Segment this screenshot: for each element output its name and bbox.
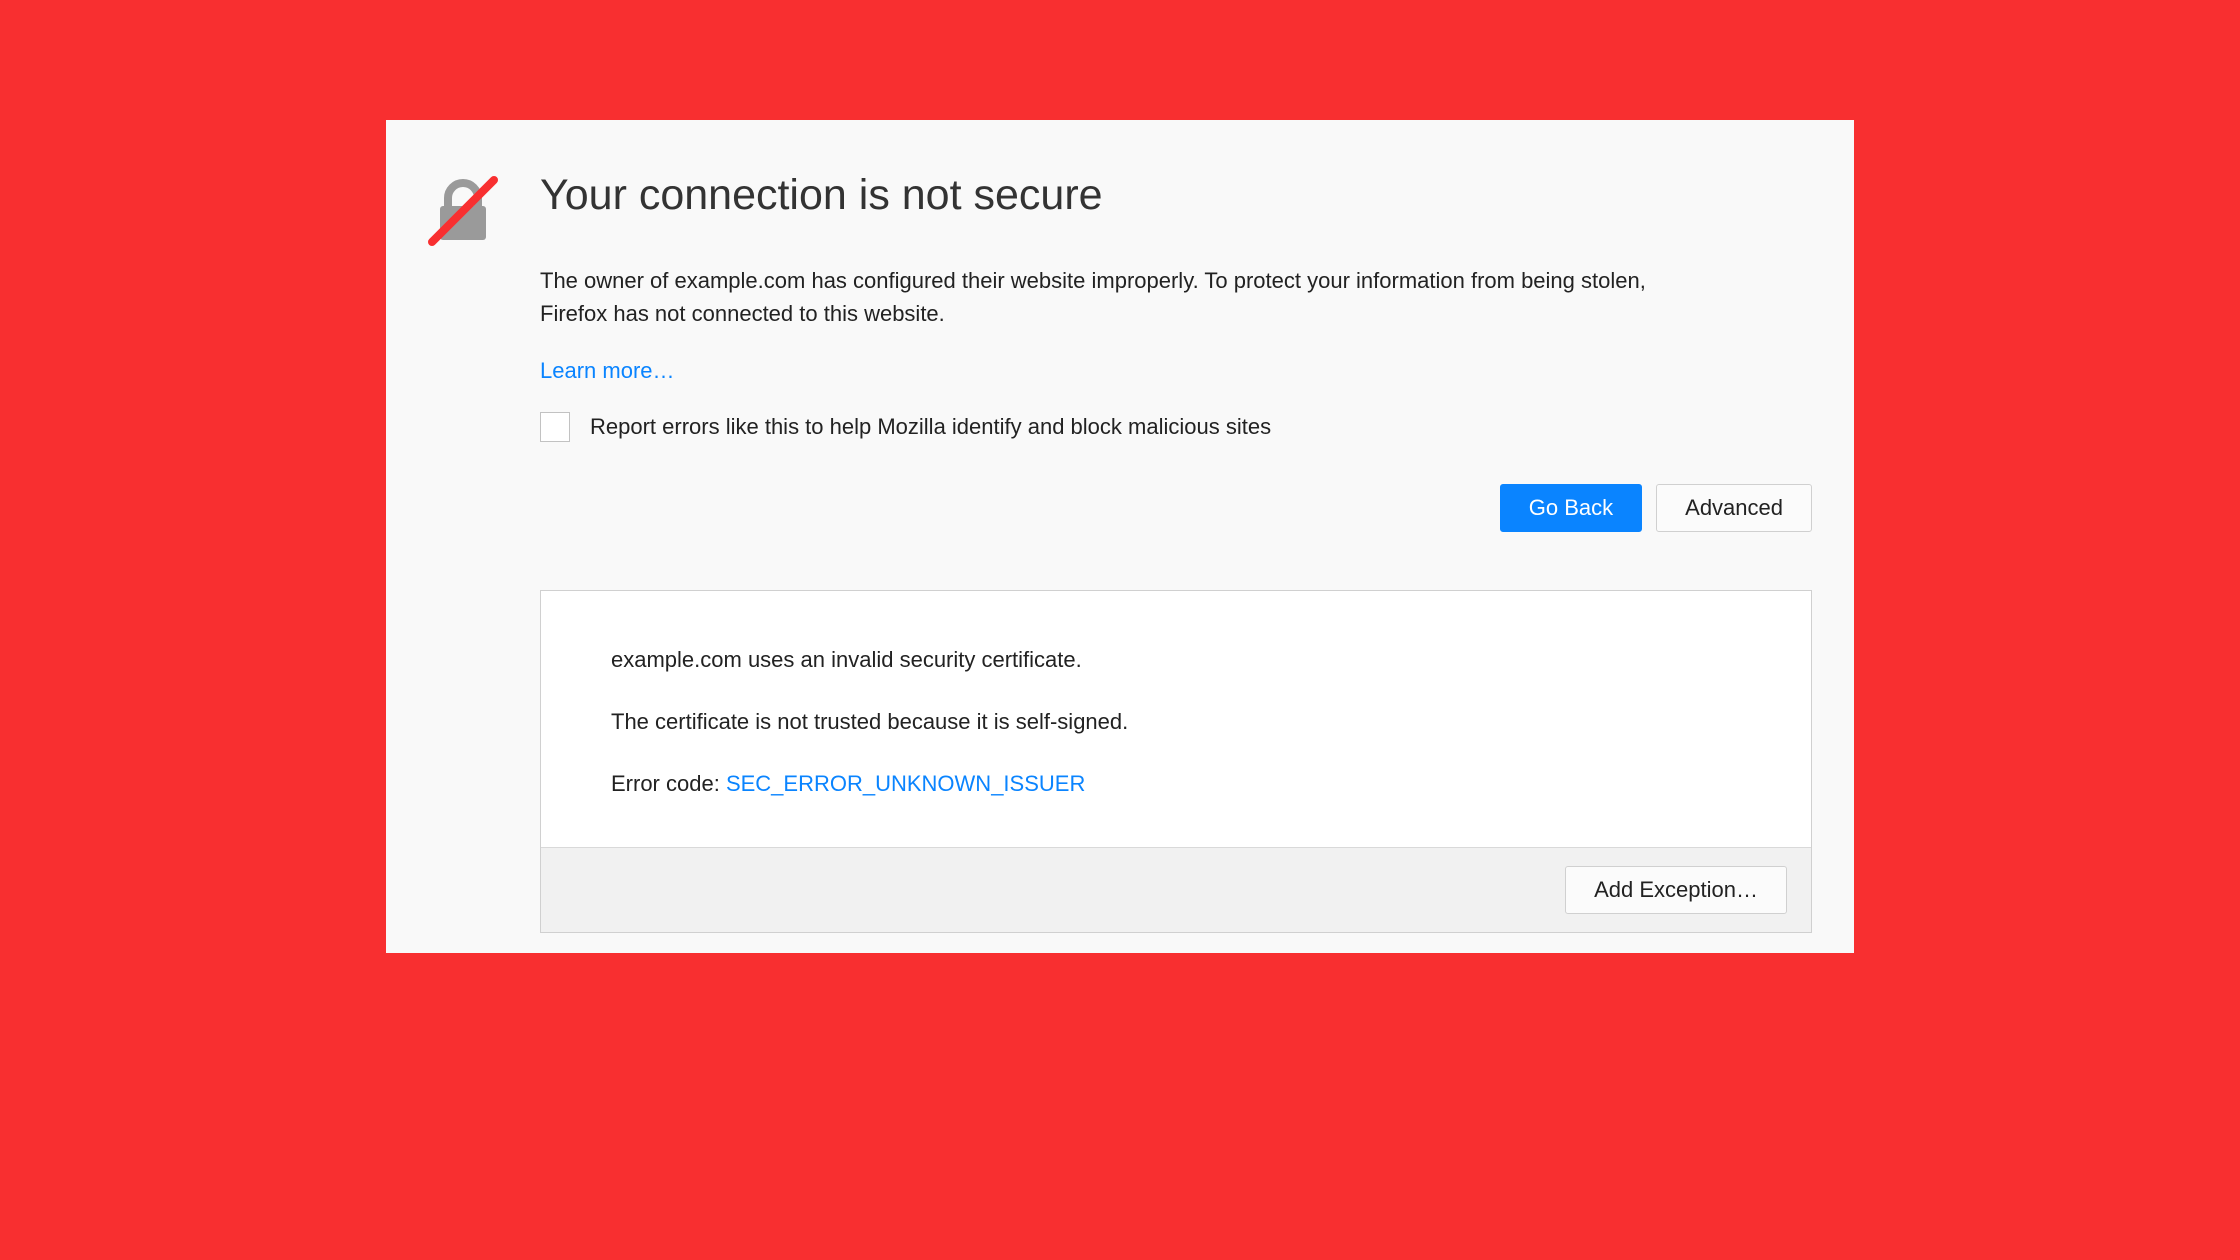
cert-self-signed-line: The certificate is not trusted because i… [611, 709, 1741, 735]
report-errors-row: Report errors like this to help Mozilla … [540, 412, 1812, 442]
report-errors-label: Report errors like this to help Mozilla … [590, 414, 1271, 440]
report-errors-checkbox[interactable] [540, 412, 570, 442]
certificate-footer: Add Exception… [541, 847, 1811, 932]
certificate-details-box: example.com uses an invalid security cer… [540, 590, 1812, 933]
add-exception-button[interactable]: Add Exception… [1565, 866, 1787, 914]
content-column: Your connection is not secure The owner … [540, 170, 1812, 953]
error-code-label: Error code: [611, 771, 726, 796]
go-back-button[interactable]: Go Back [1500, 484, 1642, 532]
warning-description: The owner of example.com has configured … [540, 264, 1670, 330]
cert-invalid-line: example.com uses an invalid security cer… [611, 647, 1741, 673]
button-row: Go Back Advanced [540, 484, 1812, 532]
cert-error-code-line: Error code: SEC_ERROR_UNKNOWN_ISSUER [611, 771, 1741, 797]
security-warning-panel: Your connection is not secure The owner … [386, 120, 1854, 953]
error-code-link[interactable]: SEC_ERROR_UNKNOWN_ISSUER [726, 771, 1085, 796]
advanced-button[interactable]: Advanced [1656, 484, 1812, 532]
spacer [540, 933, 1812, 953]
header-row: Your connection is not secure The owner … [428, 170, 1812, 953]
insecure-lock-icon [428, 176, 498, 246]
page-title: Your connection is not secure [540, 170, 1812, 222]
learn-more-link[interactable]: Learn more… [540, 358, 675, 384]
certificate-details-body: example.com uses an invalid security cer… [541, 591, 1811, 847]
